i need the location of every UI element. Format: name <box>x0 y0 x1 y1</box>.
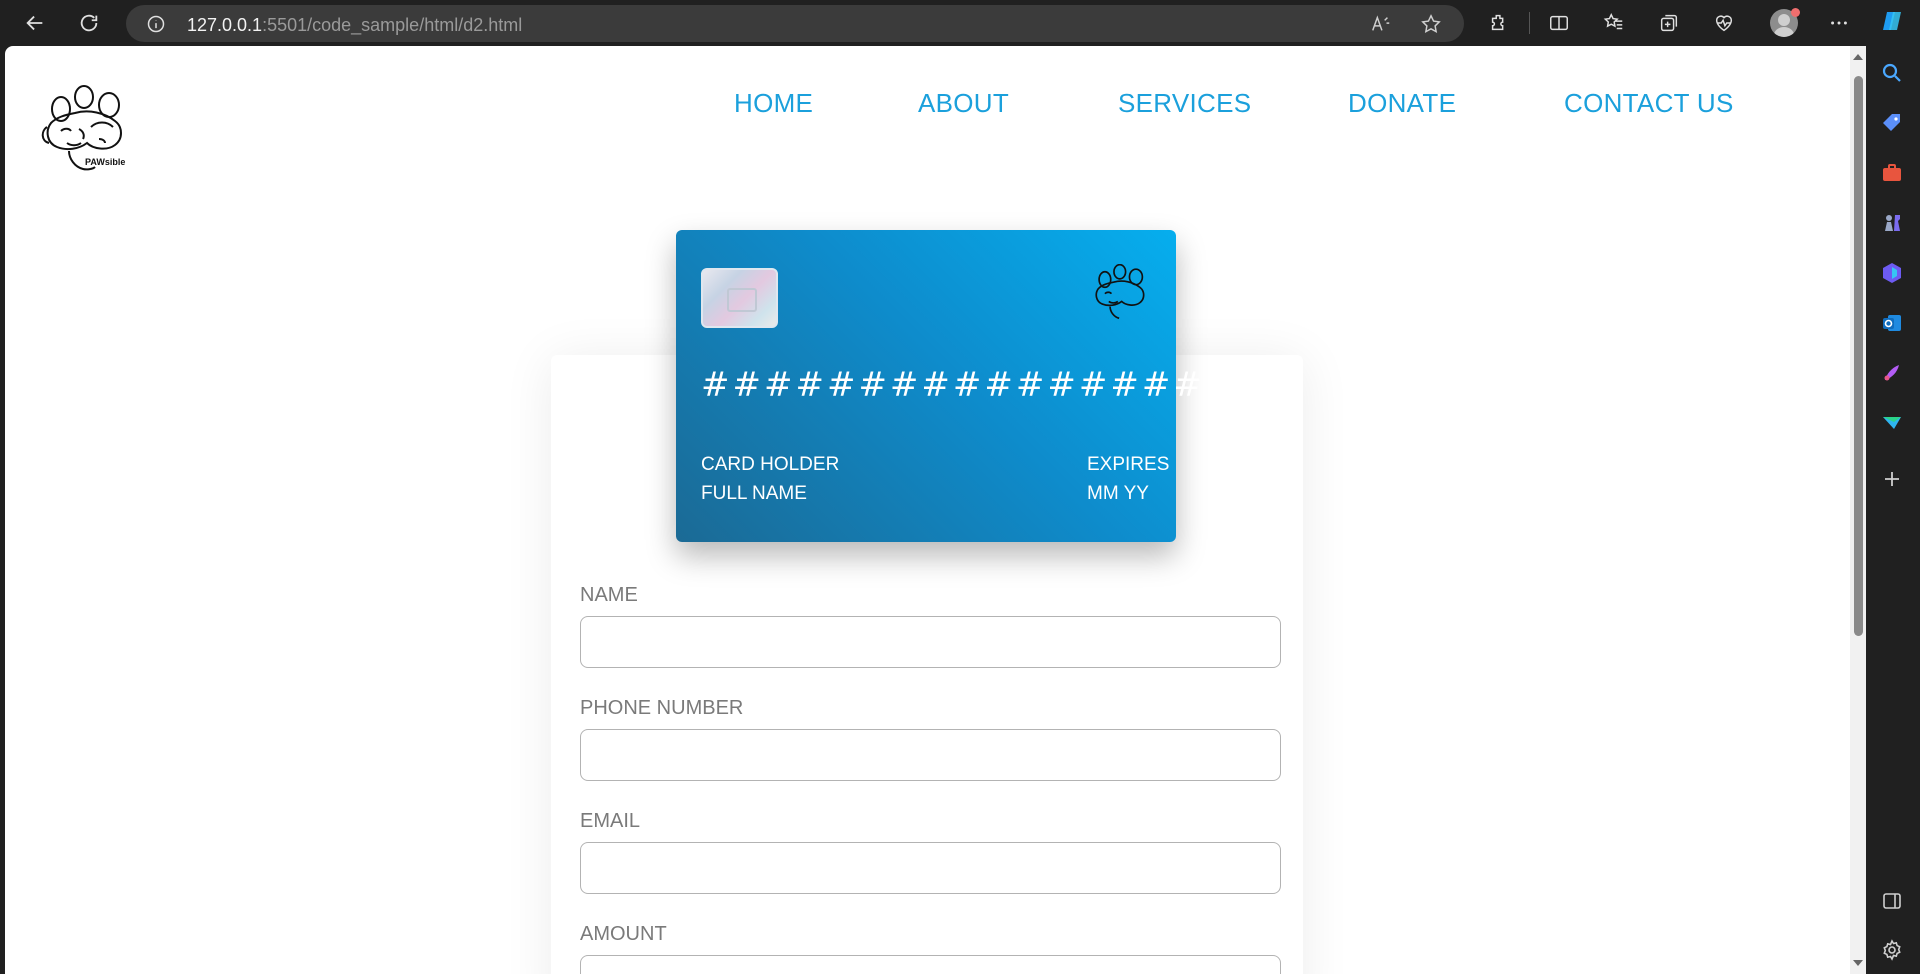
refresh-icon[interactable] <box>74 8 104 38</box>
amount-input[interactable] <box>580 955 1281 974</box>
browser-toolbar: 127.0.0.1:5501/code_sample/html/d2.html <box>0 0 1920 46</box>
scrollbar-thumb[interactable] <box>1854 76 1863 636</box>
search-icon[interactable] <box>1879 60 1905 86</box>
url-text[interactable]: 127.0.0.1:5501/code_sample/html/d2.html <box>187 15 522 36</box>
toolbar-divider <box>1529 12 1530 34</box>
card-chip <box>701 268 778 328</box>
scroll-down-arrow-icon[interactable] <box>1853 960 1863 966</box>
nav-about-link[interactable]: ABOUT <box>918 88 1009 119</box>
logo-wordmark: PAWsible <box>85 157 126 167</box>
games-chess-icon[interactable] <box>1879 210 1905 236</box>
card-holder-value: FULL NAME <box>701 483 807 504</box>
credit-card-preview: ################ CARD HOLDER FULL NAME E… <box>676 230 1202 542</box>
card-brand-logo <box>1095 264 1145 320</box>
settings-gear-icon[interactable] <box>1879 937 1905 963</box>
tools-briefcase-icon[interactable] <box>1879 160 1905 186</box>
browser-essentials-icon[interactable] <box>1711 10 1737 36</box>
collections-icon[interactable] <box>1656 10 1682 36</box>
address-bar[interactable]: 127.0.0.1:5501/code_sample/html/d2.html <box>126 5 1464 42</box>
scroll-up-arrow-icon[interactable] <box>1853 54 1863 60</box>
more-options-icon[interactable] <box>1826 10 1852 36</box>
nav-donate-link[interactable]: DONATE <box>1348 88 1456 119</box>
nav-services-link[interactable]: SERVICES <box>1118 88 1251 119</box>
site-info-icon[interactable] <box>146 14 166 34</box>
card-number: ################ <box>701 365 1205 405</box>
microsoft-365-icon[interactable] <box>1879 260 1905 286</box>
page-viewport: PAWsible HOME ABOUT SERVICES DONATE CONT… <box>5 46 1850 974</box>
copilot-icon[interactable] <box>1879 8 1905 34</box>
card-holder-label: CARD HOLDER <box>701 454 840 475</box>
add-sidebar-item-icon[interactable] <box>1879 466 1905 492</box>
name-label: NAME <box>580 584 638 606</box>
favorite-star-icon[interactable] <box>1420 13 1442 35</box>
card-expires-label: EXPIRES <box>1087 454 1170 475</box>
outlook-icon[interactable] <box>1879 310 1905 336</box>
read-aloud-icon[interactable] <box>1370 13 1392 35</box>
nav-contact-us-link[interactable]: CONTACT US <box>1564 88 1734 119</box>
email-input[interactable] <box>580 842 1281 894</box>
extensions-icon[interactable] <box>1486 10 1512 36</box>
telegram-send-icon[interactable] <box>1879 410 1905 436</box>
hide-sidebar-icon[interactable] <box>1879 888 1905 914</box>
page-scrollbar[interactable] <box>1850 46 1866 974</box>
amount-label: AMOUNT <box>580 923 667 945</box>
email-label: EMAIL <box>580 810 641 832</box>
phone-number-label: PHONE NUMBER <box>580 697 744 719</box>
name-input[interactable] <box>580 616 1281 668</box>
split-screen-icon[interactable] <box>1546 10 1572 36</box>
card-expires-value: MM YY <box>1087 483 1149 504</box>
shopping-tag-icon[interactable] <box>1879 110 1905 136</box>
profile-notification-badge <box>1791 8 1800 17</box>
nav-home-link[interactable]: HOME <box>734 88 813 119</box>
designer-icon[interactable] <box>1879 360 1905 386</box>
favorites-list-icon[interactable] <box>1601 10 1627 36</box>
back-arrow-icon[interactable] <box>20 8 50 38</box>
phone-number-input[interactable] <box>580 729 1281 781</box>
